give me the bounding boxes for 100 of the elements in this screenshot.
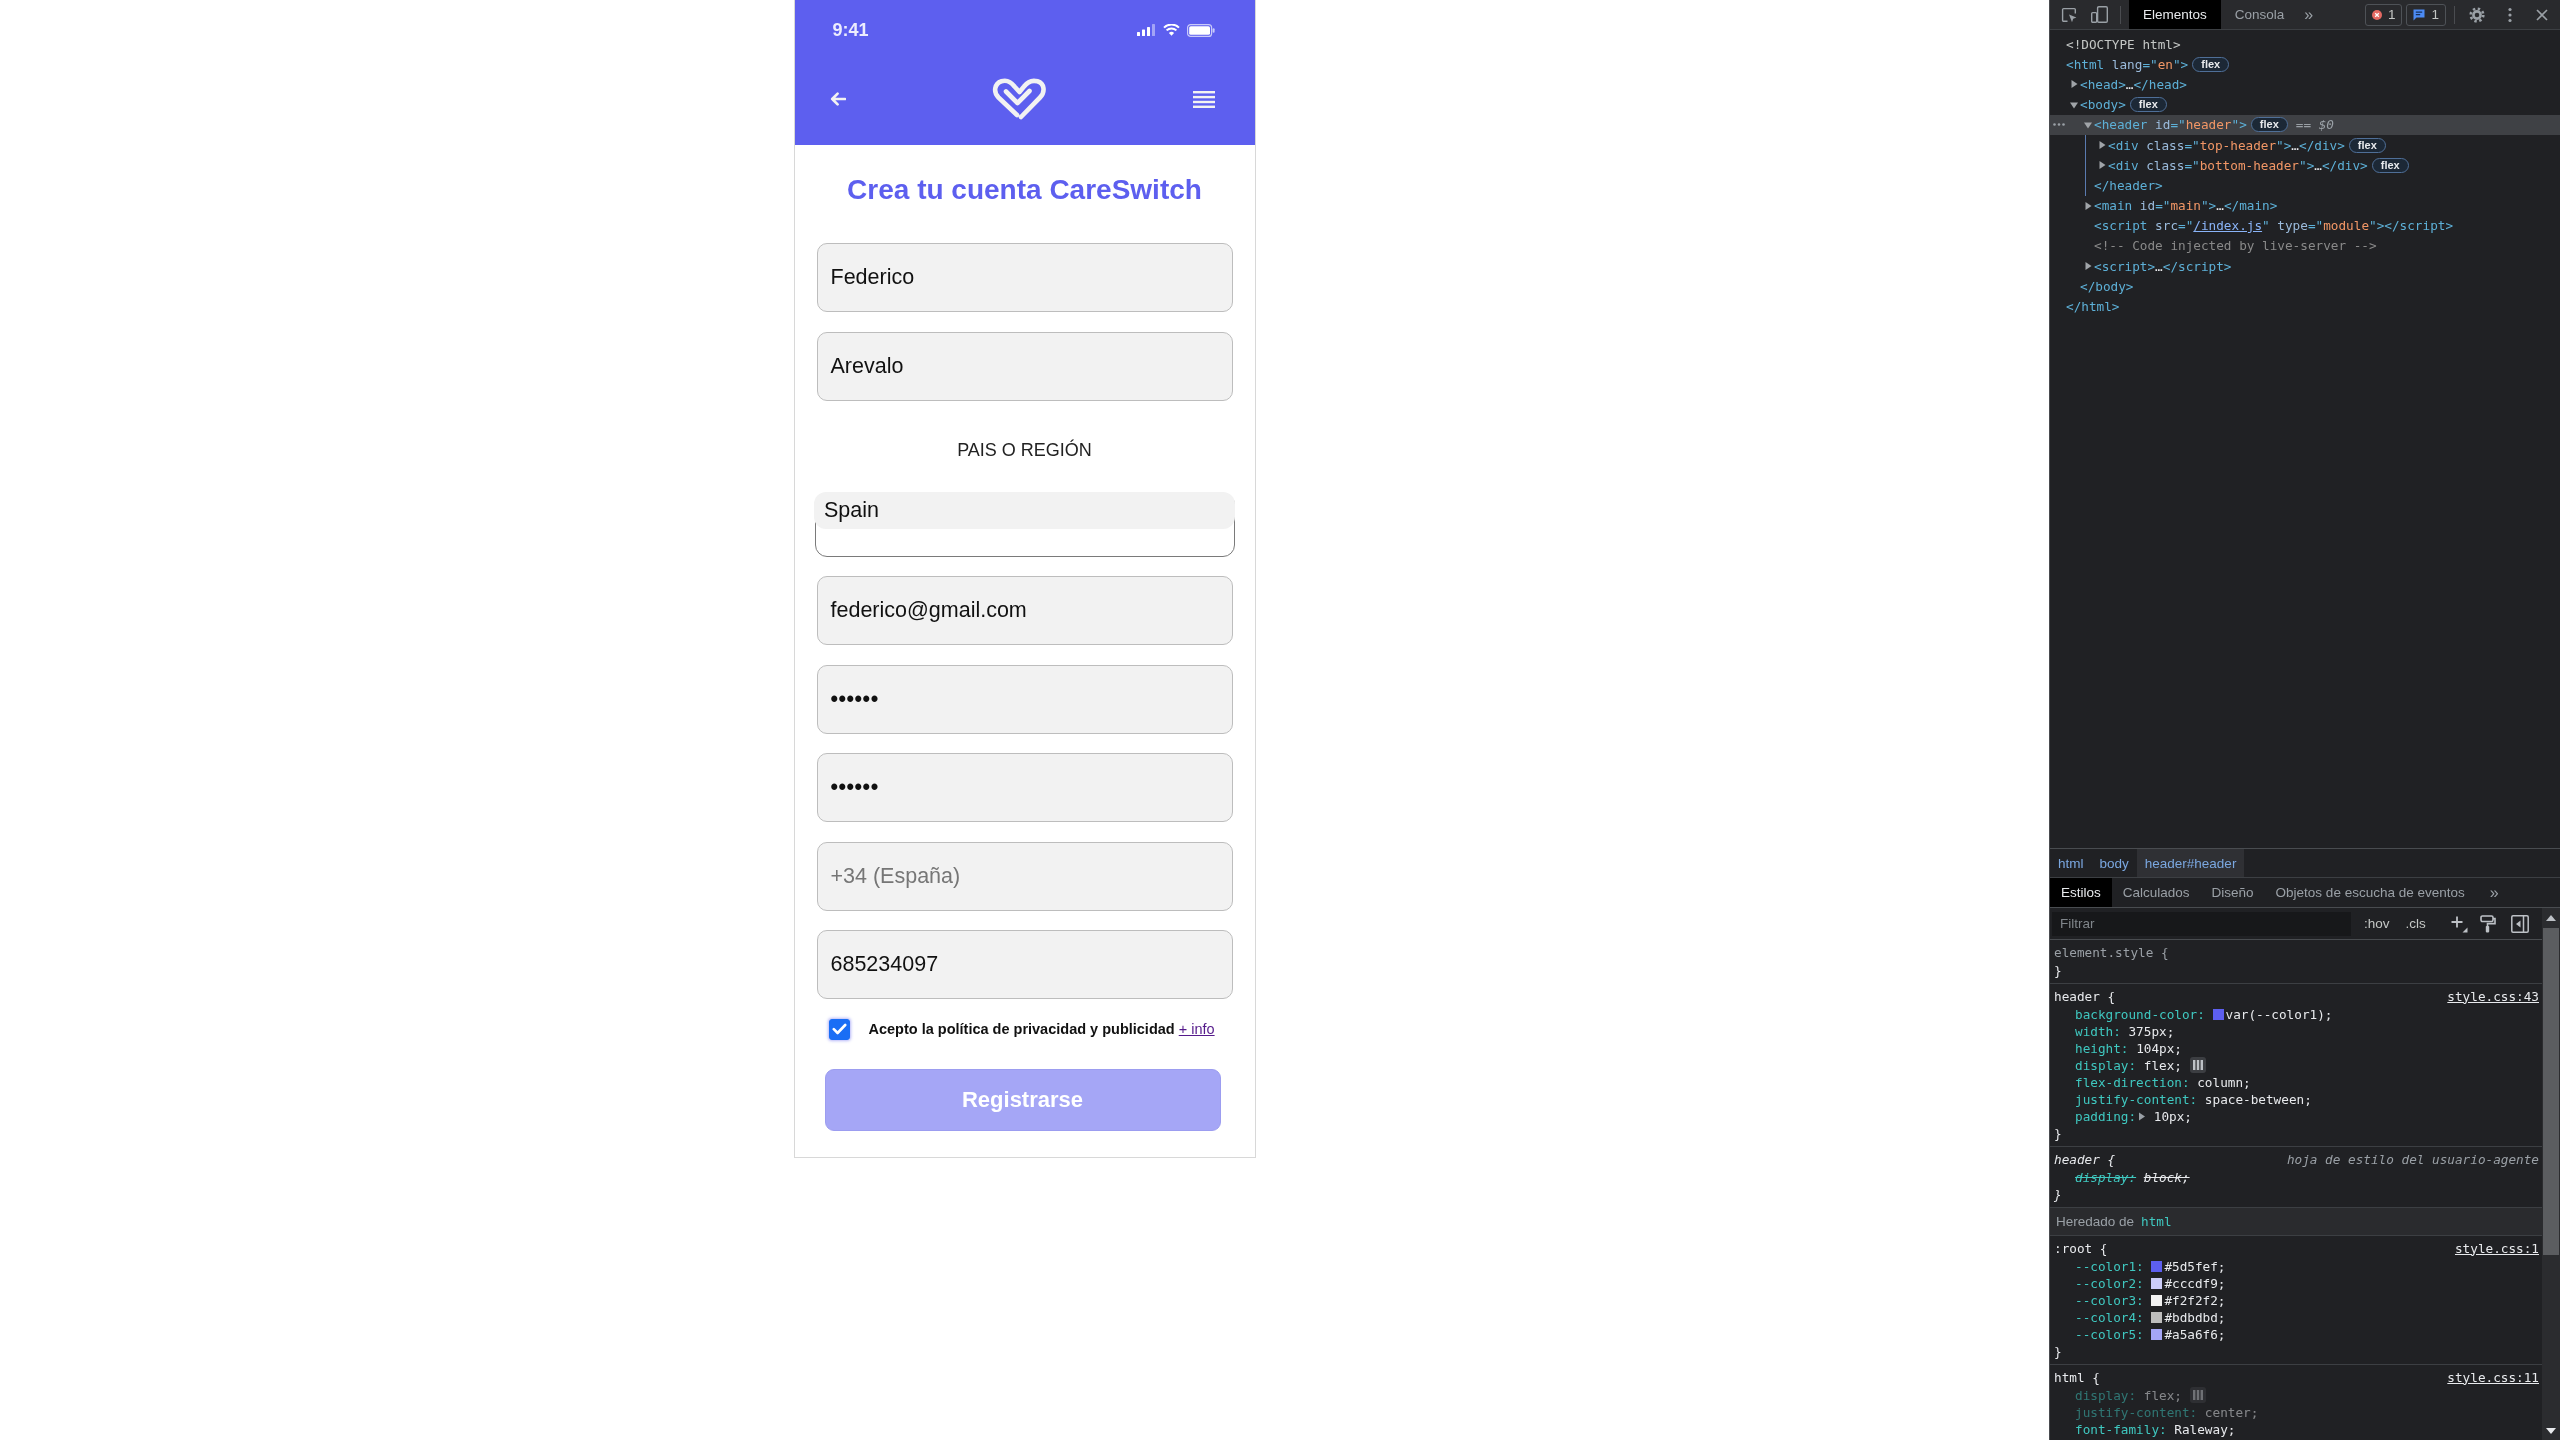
css-property-value[interactable]: var(--color1); bbox=[2225, 1007, 2333, 1022]
close-icon[interactable] bbox=[2536, 8, 2548, 21]
css-property-value[interactable]: 104px; bbox=[2136, 1041, 2182, 1056]
flex-editor-icon[interactable] bbox=[2189, 1057, 2206, 1073]
css-property-value[interactable]: space-between; bbox=[2204, 1092, 2312, 1107]
css-property-value[interactable]: column; bbox=[2197, 1075, 2251, 1090]
color-swatch-icon[interactable] bbox=[2151, 1295, 2163, 1306]
css-property-value[interactable]: Raleway; bbox=[2174, 1422, 2236, 1437]
dom-node-text[interactable]: </html> bbox=[2066, 299, 2120, 315]
css-property-name[interactable]: --color4: bbox=[2075, 1310, 2144, 1325]
panel-tab[interactable]: Consola bbox=[2220, 0, 2299, 29]
flex-badge[interactable]: flex bbox=[2371, 157, 2409, 173]
css-property-name[interactable]: --color3: bbox=[2075, 1293, 2144, 1308]
panel-tab[interactable]: Elementos bbox=[2129, 0, 2221, 29]
dom-node-text[interactable]: <body> bbox=[2080, 97, 2126, 113]
css-property-name[interactable]: height: bbox=[2075, 1041, 2129, 1056]
filter-field[interactable]: Filtrar bbox=[2052, 911, 2351, 936]
disclosure-triangle-icon[interactable] bbox=[2139, 1112, 2147, 1121]
dom-node-text[interactable]: <head>…</head> bbox=[2080, 76, 2187, 92]
disclosure-triangle-icon[interactable] bbox=[2070, 100, 2078, 109]
paint-roller-icon[interactable] bbox=[2479, 914, 2496, 933]
plus-icon[interactable] bbox=[2449, 914, 2468, 933]
dom-node-text[interactable]: <main id="main">…</main> bbox=[2094, 198, 2278, 214]
disclosure-triangle-icon[interactable] bbox=[2098, 161, 2106, 170]
phone-field[interactable]: 685234097 bbox=[816, 930, 1233, 999]
sidebar-tab[interactable]: Calculados bbox=[2111, 878, 2201, 907]
dom-node-text[interactable]: <html lang="en"> bbox=[2066, 56, 2189, 72]
country-select[interactable]: Spain bbox=[814, 492, 1235, 557]
scrollbar-thumb[interactable] bbox=[2543, 928, 2559, 1255]
text-field[interactable]: Arevalo bbox=[816, 331, 1233, 401]
device-icon[interactable] bbox=[2091, 6, 2108, 23]
flex-badge[interactable]: flex bbox=[2192, 56, 2230, 72]
css-property-name[interactable]: justify-content: bbox=[2075, 1092, 2198, 1107]
flex-badge[interactable]: flex bbox=[2250, 117, 2288, 133]
disclosure-triangle-icon[interactable] bbox=[2084, 120, 2092, 129]
css-property-value[interactable]: 10px; bbox=[2153, 1109, 2192, 1124]
email-field[interactable]: federico@gmail.com bbox=[816, 576, 1233, 645]
ellipsis-icon[interactable] bbox=[2053, 123, 2065, 127]
inspect-icon[interactable] bbox=[2061, 6, 2077, 23]
css-property-value[interactable]: #5d5fef; bbox=[2164, 1259, 2226, 1274]
messages-button[interactable]: 1 bbox=[2406, 3, 2446, 26]
css-property-name[interactable]: --color1: bbox=[2075, 1259, 2144, 1274]
disclosure-triangle-icon[interactable] bbox=[2098, 141, 2106, 150]
disclosure-triangle-icon[interactable] bbox=[2084, 262, 2092, 271]
hover-state-button[interactable]: :hov bbox=[2364, 916, 2390, 931]
dom-node-text[interactable]: <div class="top-header">…</div> bbox=[2108, 137, 2345, 153]
checkbox[interactable] bbox=[828, 1018, 850, 1040]
color-swatch-icon[interactable] bbox=[2212, 1009, 2224, 1020]
sidebar-tab[interactable]: Estilos bbox=[2050, 878, 2112, 907]
css-property-name[interactable]: --color2: bbox=[2075, 1276, 2144, 1291]
more-tabs-button[interactable]: » bbox=[2298, 0, 2320, 29]
stylesheet-link[interactable]: style.css:43 bbox=[2447, 988, 2539, 1004]
css-property-name[interactable]: flex-direction: bbox=[2075, 1075, 2190, 1090]
color-swatch-icon[interactable] bbox=[2151, 1278, 2163, 1289]
dom-node-text[interactable]: <header id="header"> bbox=[2094, 117, 2247, 133]
css-property-name[interactable]: --color5: bbox=[2075, 1327, 2144, 1342]
color-swatch-icon[interactable] bbox=[2151, 1312, 2163, 1323]
disclosure-triangle-icon[interactable] bbox=[2084, 201, 2092, 210]
sidebar-tab[interactable]: Objetos de escucha de eventos bbox=[2264, 878, 2476, 907]
class-list-button[interactable]: .cls bbox=[2405, 916, 2426, 931]
text-field[interactable]: Federico bbox=[816, 243, 1233, 312]
breadcrumb[interactable]: body bbox=[2091, 849, 2137, 877]
sidebar-tab[interactable]: Diseño bbox=[2200, 878, 2265, 907]
more-tabs-button[interactable]: » bbox=[2483, 878, 2505, 907]
stylesheet-link[interactable]: style.css:1 bbox=[2454, 1240, 2539, 1256]
back-icon[interactable] bbox=[829, 92, 846, 106]
phone-field[interactable]: +34 (España) bbox=[816, 841, 1233, 911]
breadcrumb[interactable]: header#header bbox=[2136, 849, 2245, 877]
css-property-value[interactable]: flex; bbox=[2143, 1058, 2182, 1073]
css-property-value[interactable]: #bdbdbd; bbox=[2164, 1310, 2226, 1325]
settings-icon[interactable] bbox=[2469, 6, 2485, 23]
info-link[interactable]: + info bbox=[1178, 1021, 1215, 1037]
more-options-icon[interactable] bbox=[2508, 6, 2512, 23]
dom-node-text[interactable]: <div class="bottom-header">…</div> bbox=[2108, 157, 2368, 173]
color-swatch-icon[interactable] bbox=[2151, 1261, 2163, 1272]
inherited-element-link[interactable]: html bbox=[2141, 1214, 2172, 1229]
menu-icon[interactable] bbox=[1192, 90, 1215, 108]
scroll-down-icon[interactable] bbox=[2546, 1428, 2556, 1434]
css-property-name[interactable]: display: bbox=[2075, 1170, 2137, 1185]
dom-node-text[interactable]: </body> bbox=[2080, 278, 2134, 294]
dom-node-text[interactable]: </header> bbox=[2094, 177, 2163, 193]
css-property-value[interactable]: #cccdf9; bbox=[2164, 1276, 2226, 1291]
scroll-up-icon[interactable] bbox=[2546, 915, 2556, 921]
css-property-name[interactable]: font-family: bbox=[2075, 1422, 2167, 1437]
stylesheet-link[interactable]: style.css:11 bbox=[2447, 1369, 2539, 1385]
css-property-name[interactable]: background-color: bbox=[2075, 1007, 2205, 1022]
dom-node-text[interactable]: <script src="/index.js" type="module"></script> bbox=[2094, 218, 2454, 234]
css-property-value[interactable]: block; bbox=[2143, 1170, 2190, 1185]
dom-node-text[interactable]: <!-- Code injected by live-server --> bbox=[2094, 238, 2377, 254]
disclosure-triangle-icon[interactable] bbox=[2070, 80, 2078, 89]
password-field[interactable]: •••••• bbox=[816, 753, 1233, 822]
css-property-value[interactable]: #a5a6f6; bbox=[2164, 1327, 2226, 1342]
password-field[interactable]: •••••• bbox=[816, 664, 1233, 734]
dom-node-text[interactable]: <script>…</script> bbox=[2094, 258, 2232, 274]
flex-badge[interactable]: flex bbox=[2348, 137, 2386, 153]
css-property-value[interactable]: 375px; bbox=[2128, 1024, 2175, 1039]
css-property-name[interactable]: padding: bbox=[2075, 1109, 2137, 1124]
breadcrumb[interactable]: html bbox=[2050, 849, 2092, 877]
sidebar-toggle-icon[interactable] bbox=[2510, 914, 2529, 933]
css-property-value[interactable]: center; bbox=[2204, 1405, 2259, 1420]
